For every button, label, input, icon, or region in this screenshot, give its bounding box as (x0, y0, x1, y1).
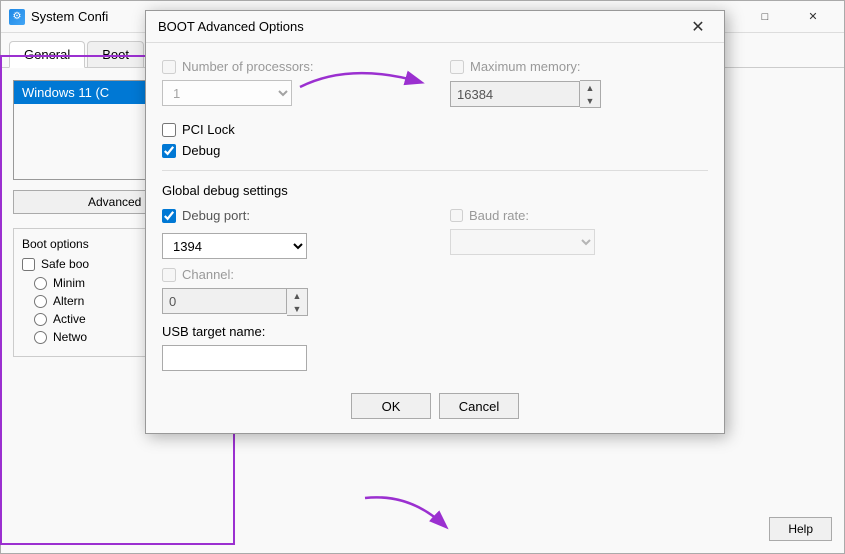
pci-lock-row: PCI Lock (162, 122, 708, 137)
channel-row: Channel: ▲ ▼ (162, 267, 420, 316)
modal-content: Number of processors: 1 Maximum memory: (146, 43, 724, 383)
radio-active-label: Active (53, 312, 86, 326)
right-debug-col: Baud rate: (450, 208, 708, 371)
help-button[interactable]: Help (769, 517, 832, 541)
debug-checkbox[interactable] (162, 144, 176, 158)
max-memory-input-row: ▲ ▼ (450, 80, 708, 108)
divider (162, 170, 708, 171)
global-debug-title: Global debug settings (162, 183, 708, 198)
cancel-button[interactable]: Cancel (439, 393, 519, 419)
max-memory-spinners: ▲ ▼ (580, 80, 601, 108)
num-processors-label: Number of processors: (162, 59, 420, 74)
max-memory-checkbox[interactable] (450, 60, 464, 74)
safe-boot-label: Safe boo (41, 257, 89, 271)
processors-select-row: 1 (162, 80, 420, 106)
top-options-row: Number of processors: 1 Maximum memory: (162, 59, 708, 108)
usb-target-label: USB target name: (162, 324, 420, 339)
radio-minimal-input[interactable] (34, 277, 47, 290)
max-memory-down-btn[interactable]: ▼ (580, 94, 600, 107)
baud-rate-label: Baud rate: (450, 208, 708, 223)
processors-col: Number of processors: 1 (162, 59, 420, 106)
modal-title: BOOT Advanced Options (158, 19, 304, 34)
channel-checkbox[interactable] (162, 268, 176, 282)
tab-general[interactable]: General (9, 41, 85, 68)
baud-rate-checkbox[interactable] (450, 209, 463, 222)
pci-lock-label: PCI Lock (162, 122, 708, 137)
modal-close-btn[interactable]: ✕ (684, 13, 712, 41)
channel-spinners: ▲ ▼ (287, 288, 308, 316)
pci-lock-checkbox[interactable] (162, 123, 176, 137)
radio-alternate-input[interactable] (34, 295, 47, 308)
channel-down-btn[interactable]: ▼ (287, 302, 307, 315)
safe-boot-checkbox[interactable] (22, 258, 35, 271)
baud-rate-select[interactable] (450, 229, 595, 255)
modal-footer: OK Cancel (146, 383, 724, 433)
max-memory-col: Maximum memory: ▲ ▼ (450, 59, 708, 108)
radio-alternate-label: Altern (53, 294, 84, 308)
modal-titlebar: BOOT Advanced Options ✕ (146, 11, 724, 43)
processors-select[interactable]: 1 (162, 80, 292, 106)
max-memory-up-btn[interactable]: ▲ (580, 81, 600, 94)
max-memory-input[interactable] (450, 81, 580, 107)
debug-port-label: Debug port: (162, 208, 420, 223)
channel-up-btn[interactable]: ▲ (287, 289, 307, 302)
channel-input[interactable] (162, 288, 287, 314)
bg-title-left: ⚙ System Confi (9, 9, 108, 25)
boot-advanced-dialog: BOOT Advanced Options ✕ Number of proces… (145, 10, 725, 434)
channel-input-wrap: ▲ ▼ (162, 288, 420, 316)
usb-target-input[interactable] (162, 345, 307, 371)
ok-button[interactable]: OK (351, 393, 431, 419)
system-config-icon: ⚙ (9, 9, 25, 25)
radio-network-label: Netwo (53, 330, 87, 344)
tab-boot[interactable]: Boot (87, 41, 144, 67)
debug-label: Debug (162, 143, 708, 158)
radio-minimal-label: Minim (53, 276, 85, 290)
bg-close-btn[interactable]: ✕ (790, 1, 836, 33)
debug-row: Debug (162, 143, 708, 158)
debug-port-checkbox[interactable] (162, 209, 176, 223)
bg-maximize-btn[interactable]: □ (742, 1, 788, 33)
radio-active-input[interactable] (34, 313, 47, 326)
debug-port-select[interactable]: 1394 (162, 233, 307, 259)
usb-target-row: USB target name: (162, 324, 420, 371)
bg-window-title: System Confi (31, 9, 108, 24)
left-debug-col: Debug port: 1394 Channel: (162, 208, 420, 371)
debug-port-row: Debug port: 1394 (162, 208, 420, 259)
debug-settings-cols: Debug port: 1394 Channel: (162, 208, 708, 371)
baud-rate-row: Baud rate: (450, 208, 708, 255)
max-memory-label: Maximum memory: (450, 59, 708, 74)
radio-network-input[interactable] (34, 331, 47, 344)
num-processors-checkbox[interactable] (162, 60, 176, 74)
channel-label: Channel: (162, 267, 420, 282)
